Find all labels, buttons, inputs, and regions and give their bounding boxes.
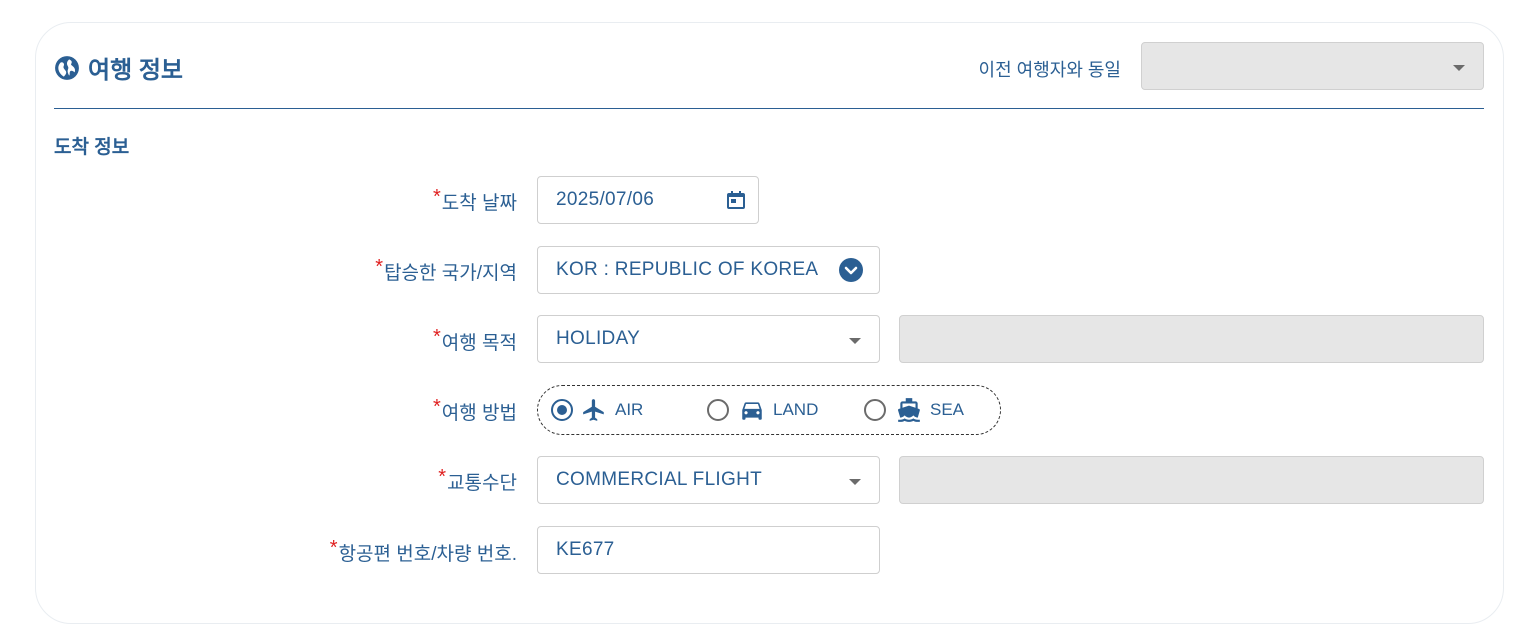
- radio-air[interactable]: [551, 399, 573, 421]
- required-mark: *: [438, 466, 447, 488]
- same-as-previous-label: 이전 여행자와 동일: [978, 60, 1121, 80]
- flight-number-value: KE677: [556, 539, 615, 560]
- car-icon: [742, 402, 762, 420]
- required-mark: *: [433, 326, 441, 348]
- section-header: 여행 정보: [54, 50, 183, 85]
- transport-extra-field: [899, 456, 1484, 504]
- transport-value: COMMERCIAL FLIGHT: [556, 469, 763, 490]
- dropdown-caret-icon: [849, 479, 861, 485]
- calendar-icon[interactable]: [724, 188, 748, 212]
- travel-mode-option-sea[interactable]: SEA: [864, 397, 964, 423]
- same-as-previous-select[interactable]: [1141, 42, 1484, 90]
- arrival-date-value: 2025/07/06: [556, 189, 655, 210]
- transport-label: *교통수단: [438, 466, 517, 494]
- required-mark: *: [433, 186, 441, 208]
- airplane-icon: [583, 399, 604, 421]
- globe-icon: [55, 55, 79, 80]
- radio-sea[interactable]: [864, 399, 886, 421]
- travel-mode-option-air[interactable]: AIR: [551, 397, 643, 423]
- radio-land[interactable]: [707, 399, 729, 421]
- transport-select[interactable]: COMMERCIAL FLIGHT: [537, 456, 880, 504]
- purpose-select[interactable]: HOLIDAY: [537, 315, 880, 363]
- dropdown-caret-icon: [849, 338, 861, 344]
- flight-number-label: *항공편 번호/차량 번호.: [329, 537, 517, 565]
- boarding-country-value: KOR : REPUBLIC OF KOREA: [556, 259, 819, 280]
- boarding-country-select[interactable]: KOR : REPUBLIC OF KOREA: [537, 246, 880, 294]
- travel-mode-option-land[interactable]: LAND: [707, 397, 818, 423]
- purpose-value: HOLIDAY: [556, 328, 641, 349]
- section-title: 여행 정보: [88, 57, 183, 84]
- option-label: AIR: [615, 400, 644, 419]
- arrival-date-label: *도착 날짜: [433, 186, 517, 214]
- option-label: LAND: [773, 400, 819, 419]
- boarding-country-label: *탑승한 국가/지역: [375, 256, 517, 284]
- travel-mode-radio-group: AIR LAND SEA: [537, 385, 1001, 435]
- travel-mode-label: *여행 방법: [433, 396, 517, 424]
- chevron-down-icon: [839, 258, 863, 282]
- section-divider: [54, 108, 1484, 109]
- ship-icon: [897, 398, 920, 422]
- dropdown-caret-icon: [1453, 65, 1465, 71]
- flight-number-input[interactable]: KE677: [537, 526, 880, 574]
- purpose-extra-field: [899, 315, 1484, 363]
- arrival-date-input[interactable]: 2025/07/06: [537, 176, 759, 224]
- required-mark: *: [375, 256, 384, 278]
- purpose-label: *여행 목적: [433, 326, 517, 354]
- option-label: SEA: [930, 400, 965, 419]
- required-mark: *: [329, 537, 338, 559]
- arrival-subheading: 도착 정보: [54, 137, 130, 158]
- required-mark: *: [433, 396, 441, 418]
